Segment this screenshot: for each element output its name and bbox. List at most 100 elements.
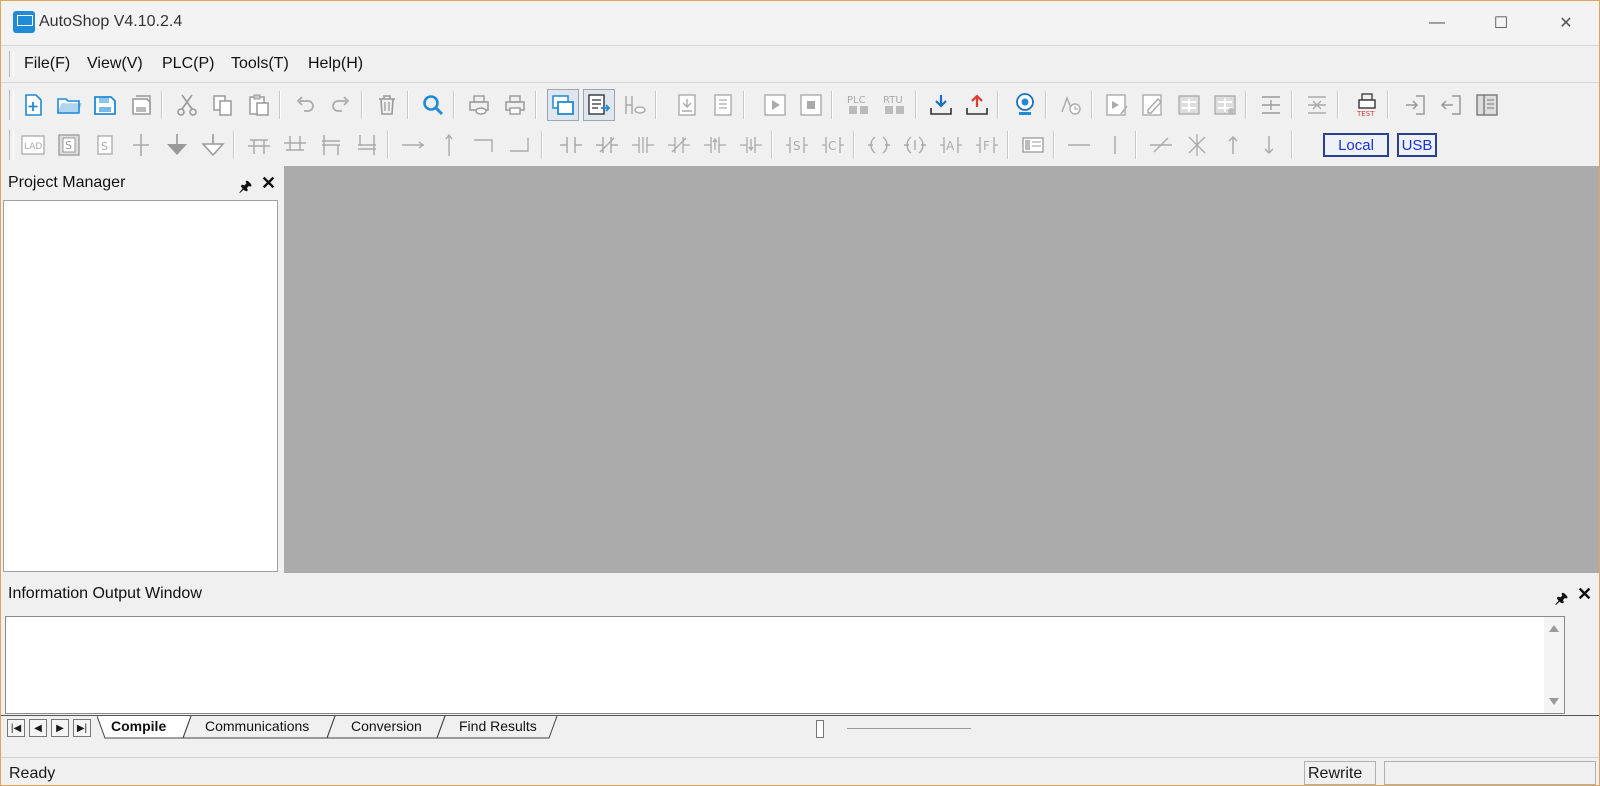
pin-icon[interactable]: 🖈 [1555,588,1568,612]
corner-up-button[interactable] [505,129,537,161]
jump-button[interactable] [161,129,193,161]
draw-vline-button[interactable] [1099,129,1131,161]
vertical-scrollbar[interactable] [1544,617,1564,713]
maximize-button[interactable]: ☐ [1478,1,1524,44]
manual-button[interactable] [1471,89,1503,121]
print-preview-button[interactable] [463,89,495,121]
first-tab-button[interactable]: |◀ [7,719,25,737]
delete-vline-button[interactable] [1181,129,1213,161]
draw-hline-button[interactable] [1063,129,1095,161]
cut-button[interactable] [171,89,203,121]
print-button[interactable] [499,89,531,121]
set-coil-button[interactable]: S [781,129,813,161]
branch-end-button[interactable] [279,129,311,161]
delete-hline-button[interactable] [1145,129,1177,161]
local-connection-button[interactable]: Local [1323,133,1389,157]
download-button[interactable] [925,89,957,121]
redo-button[interactable] [325,89,357,121]
monitor-edit-button[interactable] [1101,89,1133,121]
prev-tab-button[interactable]: ◀ [29,719,47,737]
menu-help[interactable]: Help(H) [308,55,363,73]
delete-button[interactable] [371,89,403,121]
rtu-button[interactable]: RTU [879,89,911,121]
nc-contact-button[interactable] [591,129,623,161]
undo-button[interactable] [289,89,321,121]
tab-communications[interactable]: Communications [205,718,309,734]
convert-button[interactable] [1173,89,1205,121]
output-text-area[interactable] [5,616,1565,714]
paste-button[interactable] [243,89,275,121]
step-button[interactable]: S [89,129,121,161]
menu-file[interactable]: File(F) [24,55,70,73]
usb-connection-button[interactable]: USB [1397,133,1437,157]
falling-edge-button[interactable] [735,129,767,161]
edit-button[interactable] [1137,89,1169,121]
timing-clock-icon [1061,96,1081,115]
copy-button[interactable] [207,89,239,121]
pin-icon[interactable]: 🖈 [239,176,252,200]
close-panel-icon[interactable]: ✕ [1577,584,1592,605]
application-instr-button[interactable]: A [935,129,967,161]
editor-workspace[interactable] [284,166,1599,573]
close-button[interactable]: ✕ [1543,1,1589,44]
login-button[interactable] [1399,89,1431,121]
parallel-start-button[interactable] [315,129,347,161]
horizontal-scroll-thumb[interactable] [816,720,824,738]
menu-plc[interactable]: PLC(P) [162,55,214,73]
hline-button[interactable] [397,129,429,161]
logout-button[interactable] [1435,89,1467,121]
sfc-mode-button[interactable]: S [53,129,85,161]
compile-button[interactable] [707,89,739,121]
parallel-no-button[interactable] [627,129,659,161]
delete-row-button[interactable] [1301,89,1333,121]
function-instr-button[interactable]: F [971,129,1003,161]
save-button[interactable] [89,89,121,121]
monitor-button[interactable] [619,89,651,121]
next-tab-button[interactable]: ▶ [51,719,69,737]
menu-view[interactable]: View(V) [87,55,143,73]
plc-type-button[interactable]: PLC [843,89,875,121]
tab-compile[interactable]: Compile [111,718,166,734]
branch-start-button[interactable] [243,129,275,161]
find-button[interactable] [417,89,449,121]
counter-button[interactable]: C [817,129,849,161]
insert-row-button[interactable] [1255,89,1287,121]
online-monitor-button[interactable] [1009,89,1041,121]
upload-button[interactable] [961,89,993,121]
stop-button[interactable] [795,89,827,121]
scroll-up-icon[interactable] [1548,623,1560,633]
window-cascade-button[interactable] [547,89,579,121]
close-panel-icon[interactable]: ✕ [261,173,276,194]
lad-mode-button[interactable]: LAD [17,129,49,161]
output-window-button[interactable] [583,89,615,121]
run-button[interactable] [759,89,791,121]
new-project-button[interactable] [17,89,49,121]
move-down-button[interactable] [1253,129,1285,161]
convert-all-button[interactable] [1209,89,1241,121]
horizontal-scroll-track[interactable] [847,728,971,729]
timing-button[interactable] [1055,89,1087,121]
reset-jump-button[interactable] [197,129,229,161]
open-button[interactable] [53,89,85,121]
save-all-button[interactable] [125,89,157,121]
download-project-button[interactable] [671,89,703,121]
minimize-button[interactable]: — [1414,1,1460,44]
tab-find-results[interactable]: Find Results [459,718,537,734]
parallel-nc-button[interactable] [663,129,695,161]
transition-button[interactable] [125,129,157,161]
parallel-end-button[interactable] [351,129,383,161]
scroll-down-icon[interactable] [1548,697,1560,707]
project-tree[interactable] [3,200,278,572]
menu-tools[interactable]: Tools(T) [231,55,289,73]
coil-button[interactable] [863,129,895,161]
corner-down-button[interactable] [469,129,501,161]
inverse-coil-button[interactable] [899,129,931,161]
no-contact-button[interactable] [555,129,587,161]
rising-edge-button[interactable] [699,129,731,161]
last-tab-button[interactable]: ▶| [73,719,91,737]
test-button[interactable]: TEST [1351,89,1383,121]
tab-conversion[interactable]: Conversion [351,718,422,734]
move-up-button[interactable] [1217,129,1249,161]
vline-button[interactable] [433,129,465,161]
comment-button[interactable] [1017,129,1049,161]
